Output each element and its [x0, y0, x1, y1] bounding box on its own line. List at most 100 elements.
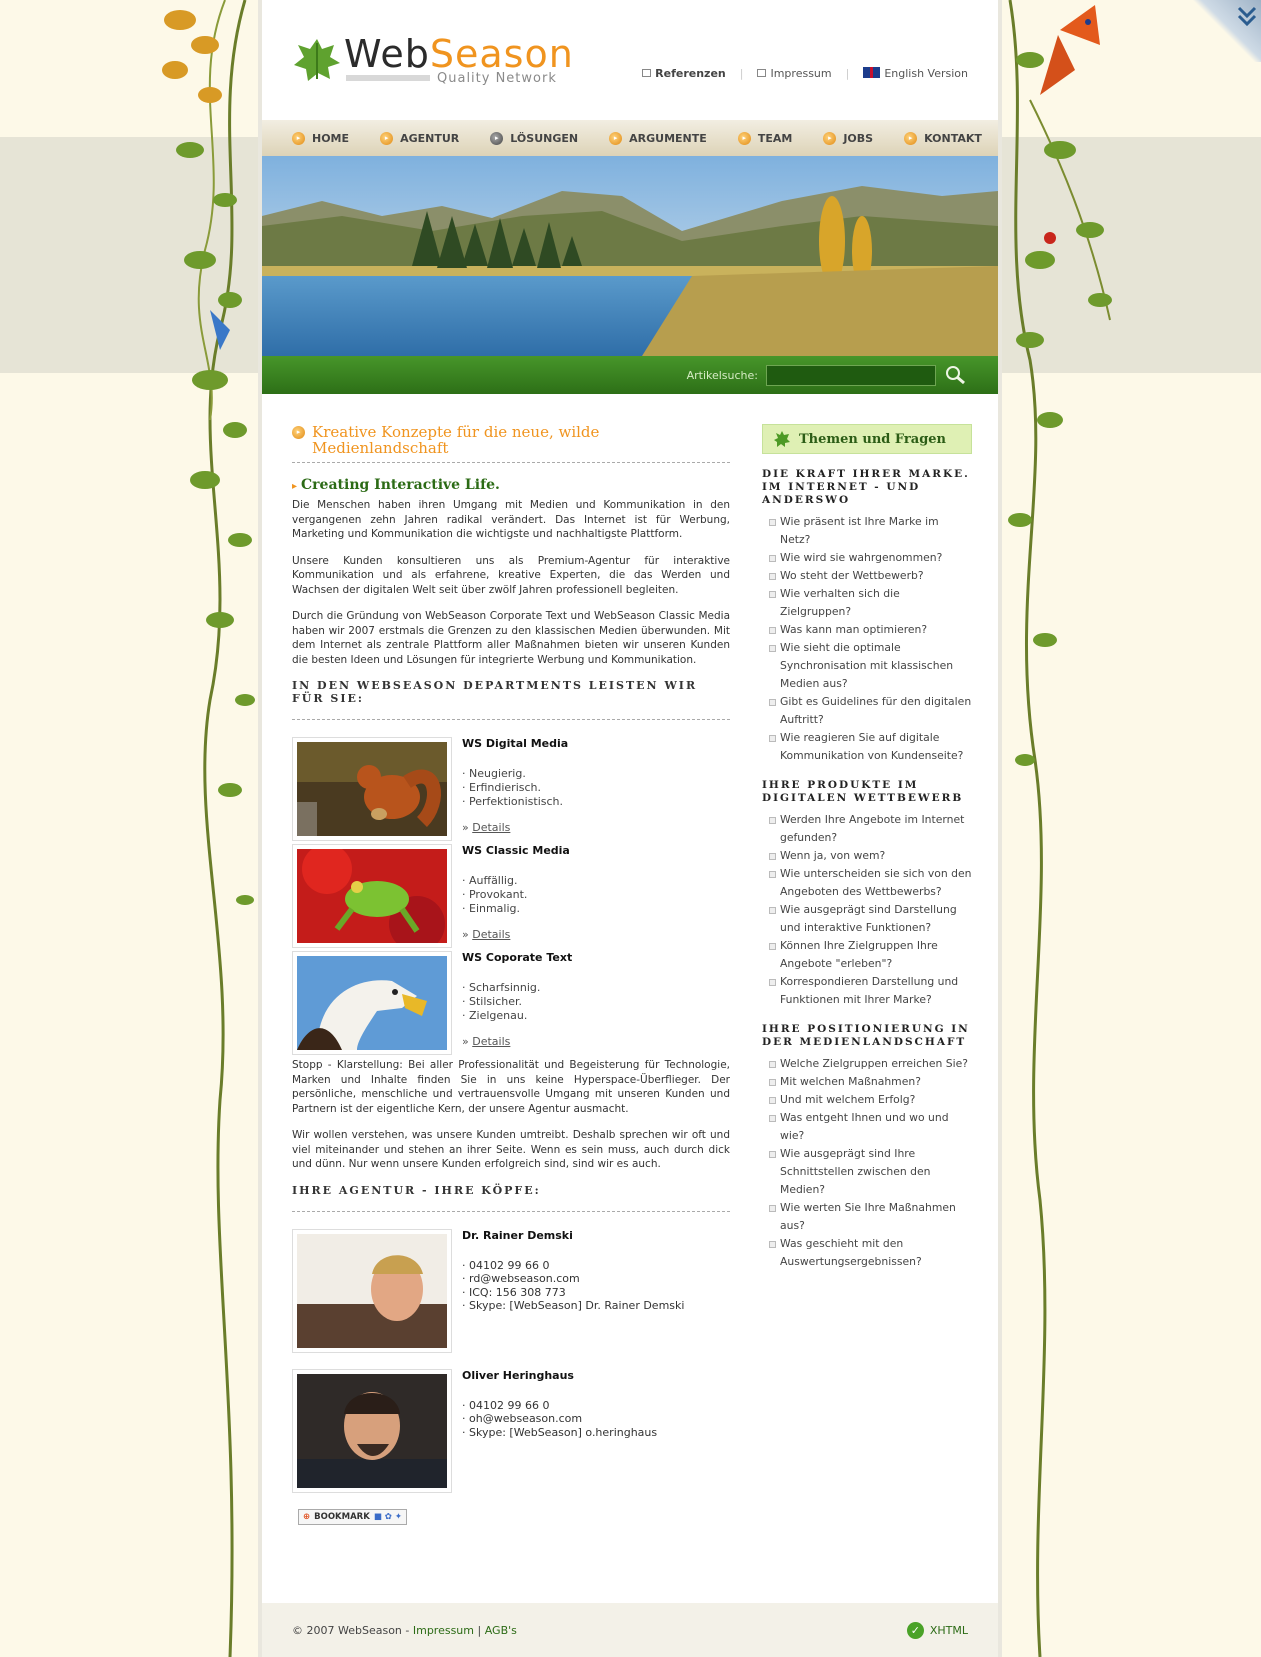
details-link[interactable]: Details	[472, 928, 510, 941]
arrow-bullet-icon: ▸	[380, 131, 394, 145]
person-card: Dr. Rainer Demski · 04102 99 66 0 · rd@w…	[292, 1228, 730, 1353]
department-trait: · Auffällig.	[462, 874, 518, 887]
nav-item-home[interactable]: ▸ HOME	[292, 131, 349, 145]
person-card: Oliver Heringhaus · 04102 99 66 0 · oh@w…	[292, 1368, 730, 1493]
brand-name: WebSeason	[344, 32, 574, 76]
subheading: ▸ Creating Interactive Life.	[292, 477, 500, 493]
paragraph: Wir wollen verstehen, was unsere Kunden …	[292, 1129, 730, 1170]
sidebar-section-title: IHRE POSITIONIERUNG IN DER MEDIENLANDSCH…	[762, 1023, 970, 1048]
footer-agb-link[interactable]: AGB's	[485, 1624, 517, 1637]
sidebar-question[interactable]: Was entgeht Ihnen und wo und wie?	[762, 1109, 972, 1145]
sidebar-question[interactable]: Können Ihre Zielgruppen Ihre Angebote "e…	[762, 937, 972, 973]
references-link[interactable]: Referenzen	[642, 67, 726, 80]
brand-tagline: Quality Network	[437, 71, 557, 86]
sidebar-question[interactable]: Wie sieht die optimale Synchronisation m…	[762, 639, 972, 693]
arrow-bullet-icon: ▸	[737, 131, 751, 145]
details-link[interactable]: Details	[472, 821, 510, 834]
sidebar-question[interactable]: Wie wird sie wahrgenommen?	[762, 549, 972, 567]
department-name: WS Digital Media	[462, 737, 569, 750]
sidebar-question[interactable]: Wie reagieren Sie auf digitale Kommunika…	[762, 729, 972, 765]
person-name: Dr. Rainer Demski	[462, 1228, 573, 1242]
bookmark-button[interactable]: ⊕ BOOKMARK ■ ✿ ✦	[298, 1508, 408, 1525]
search-bar: Artikelsuche:	[262, 356, 998, 394]
nav-item-jobs[interactable]: ▸ JOBS	[823, 131, 873, 145]
logo[interactable]: WebSeason Quality Network	[292, 32, 574, 90]
details-link-wrapper: » Details	[462, 1035, 511, 1048]
search-input[interactable]	[766, 364, 936, 386]
department-trait: · Perfektionistisch.	[462, 795, 564, 808]
english-version-link[interactable]: English Version	[863, 67, 968, 80]
separator: |	[845, 67, 850, 80]
landscape-banner	[262, 156, 998, 356]
person-photo	[292, 1228, 452, 1353]
chevron-down-icon	[1237, 6, 1257, 27]
sidebar-question[interactable]: Korrespondieren Darstellung und Funktion…	[762, 973, 972, 1009]
footer: © 2007 WebSeason - Impressum | AGB's ✓ X…	[262, 1603, 998, 1657]
sidebar-section: IHRE PRODUKTE IM DIGITALEN WETTBEWERB We…	[762, 779, 972, 1009]
sidebar-question[interactable]: Wo steht der Wettbewerb?	[762, 567, 972, 585]
nav-item-agentur[interactable]: ▸ AGENTUR	[380, 131, 459, 145]
social-icons: ■ ✿ ✦	[373, 1511, 403, 1522]
sidebar-question[interactable]: Wie unterscheiden sie sich von den Angeb…	[762, 865, 972, 901]
window-icon	[642, 69, 652, 77]
nav-item-team[interactable]: ▸ TEAM	[737, 131, 792, 145]
department-trait: · Zielgenau.	[462, 1009, 528, 1022]
paragraph: Durch die Gründung von WebSeason Corpora…	[292, 610, 730, 666]
sidebar-question[interactable]: Welche Zielgruppen erreichen Sie?	[762, 1055, 972, 1073]
team-heading: IHRE AGENTUR - IHRE KÖPFE:	[292, 1184, 730, 1212]
paragraph: Unsere Kunden konsultieren uns als Premi…	[292, 554, 730, 596]
xhtml-badge[interactable]: ✓ XHTML	[906, 1621, 968, 1639]
main-navigation: ▸ HOME ▸ AGENTUR ▸ LÖSUNGEN ▸ ARGUMENTE ▸ TEA…	[262, 120, 998, 156]
departments-heading: IN DEN WEBSEASON DEPARTMENTS LEISTEN WIR…	[292, 679, 730, 720]
sidebar-question[interactable]: Gibt es Guidelines für den digitalen Auf…	[762, 693, 972, 729]
sidebar-question[interactable]: Wie werten Sie Ihre Maßnahmen aus?	[762, 1199, 972, 1235]
sidebar-question[interactable]: Was geschieht mit den Auswertungsergebni…	[762, 1235, 972, 1271]
sidebar-section: IHRE POSITIONIERUNG IN DER MEDIENLANDSCH…	[762, 1023, 972, 1271]
nav-item-kontakt[interactable]: ▸ KONTAKT	[904, 131, 982, 145]
sidebar-question[interactable]: Wie ausgeprägt sind Ihre Schnittstellen …	[762, 1145, 972, 1199]
intro-paragraph: Die Menschen haben ihren Umgang mit Medi…	[292, 499, 730, 540]
uk-flag-icon	[863, 67, 881, 78]
nav-item-argumente[interactable]: ▸ ARGUMENTE	[609, 131, 707, 145]
sidebar-question[interactable]: Werden Ihre Angebote im Internet gefunde…	[762, 811, 972, 847]
main-content: ▸ Kreative Konzepte für die neue, wilde M…	[292, 424, 730, 1525]
sidebar-question[interactable]: Was kann man optimieren?	[762, 621, 972, 639]
sidebar-question[interactable]: Wie ausgeprägt sind Darstellung und inte…	[762, 901, 972, 937]
ladybug-icon	[1044, 232, 1056, 244]
department-trait: · Scharfsinnig.	[462, 981, 541, 994]
nav-item-loesungen[interactable]: ▸ LÖSUNGEN	[490, 131, 578, 145]
paragraph: Stopp - Klarstellung: Bei aller Professi…	[292, 1059, 730, 1115]
department-trait: · Stilsicher.	[462, 995, 522, 1008]
person-email[interactable]: · rd@webseason.com	[462, 1272, 684, 1286]
sidebar-question[interactable]: Wie präsent ist Ihre Marke im Netz?	[762, 513, 972, 549]
imprint-link[interactable]: Impressum	[757, 67, 832, 80]
eagle-image	[292, 951, 452, 1055]
details-link-wrapper: » Details	[462, 821, 511, 834]
plus-icon: ⊕	[303, 1511, 311, 1522]
search-icon	[946, 366, 965, 385]
sidebar-question[interactable]: Und mit welchem Erfolg?	[762, 1091, 972, 1109]
page-container: WebSeason Quality Network Referenzen | I…	[258, 0, 1002, 1657]
person-icq: · ICQ: 156 308 773	[462, 1285, 566, 1299]
details-link[interactable]: Details	[472, 1035, 510, 1048]
sidebar-question[interactable]: Mit welchen Maßnahmen?	[762, 1073, 972, 1091]
page-corner-fold[interactable]	[1191, 0, 1261, 62]
sidebar-question[interactable]: Wie verhalten sich die Zielgruppen?	[762, 585, 972, 621]
department-corporate-text: WS Coporate Text · Scharfsinnig. · Stils…	[292, 951, 730, 1055]
footer-links: © 2007 WebSeason - Impressum | AGB's	[292, 1624, 517, 1637]
sidebar-section: DIE KRAFT IHRER MARKE. IM INTERNET - UND…	[762, 468, 972, 765]
footer-imprint-link[interactable]: Impressum	[413, 1624, 474, 1637]
search-button[interactable]	[944, 365, 968, 385]
person-phone: · 04102 99 66 0	[462, 1398, 550, 1412]
left-vine-decoration	[162, 0, 255, 1657]
search-label: Artikelsuche:	[686, 368, 758, 382]
arrow-icon: ▸	[292, 481, 298, 492]
sidebar-question[interactable]: Wenn ja, von wem?	[762, 847, 972, 865]
leaf-logo-icon	[294, 39, 340, 81]
arrow-bullet-icon: ▸	[292, 131, 305, 145]
sidebar-header: Themen und Fragen	[762, 424, 972, 454]
person-skype: · Skype: [WebSeason] o.heringhaus	[462, 1425, 658, 1439]
squirrel-image	[292, 737, 452, 841]
department-classic-media: WS Classic Media · Auffällig. · Provokan…	[292, 844, 730, 948]
person-email[interactable]: · oh@webseason.com	[462, 1412, 657, 1426]
